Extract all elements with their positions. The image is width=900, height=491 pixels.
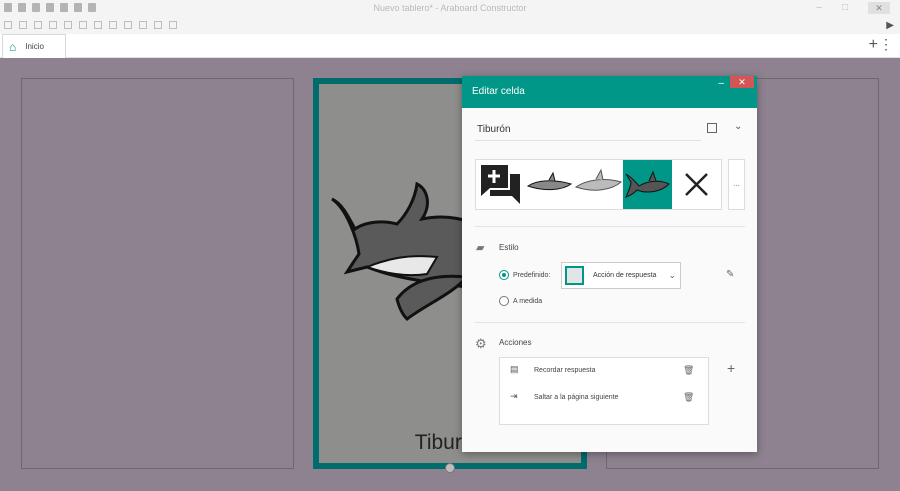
- more-images-button[interactable]: ...: [728, 159, 745, 210]
- dialog-close-button[interactable]: ✕: [730, 76, 754, 88]
- screen-icon[interactable]: [169, 21, 177, 29]
- shark-thumb-icon: [526, 171, 573, 191]
- tab-inicio[interactable]: ⌂ Inicio: [2, 34, 66, 58]
- action-item[interactable]: ▤ Recordar respuesta 🗑: [500, 361, 708, 381]
- trash-icon[interactable]: 🗑: [683, 392, 694, 403]
- add-action-button[interactable]: +: [727, 360, 735, 376]
- grid-icon[interactable]: [154, 21, 162, 29]
- style-swatch-icon: [565, 266, 584, 285]
- style-icon: ▰: [476, 242, 485, 254]
- radio-custom-label: A medida: [513, 298, 543, 305]
- chevron-down-icon: ⌄: [668, 270, 676, 280]
- actions-list: ▤ Recordar respuesta 🗑 ⇥ Saltar a la pág…: [499, 357, 709, 425]
- distribute-v-icon[interactable]: [139, 21, 147, 29]
- radio-custom[interactable]: [499, 296, 509, 306]
- distribute-h-icon[interactable]: [124, 21, 132, 29]
- tab-label: Inicio: [25, 42, 44, 51]
- shark-option-2[interactable]: [574, 160, 623, 209]
- window-close-button[interactable]: ✕: [868, 2, 890, 14]
- action-label: Saltar a la página siguiente: [534, 394, 619, 401]
- tab-bar: ⌂ Inicio + ⋮: [0, 34, 900, 58]
- cell-name-input[interactable]: Tiburón: [475, 119, 701, 141]
- cut-icon[interactable]: [34, 21, 42, 29]
- image-picker: [475, 159, 722, 210]
- no-image-option[interactable]: [672, 160, 721, 209]
- edit-style-icon[interactable]: ✎: [726, 269, 734, 280]
- dialog-title: Editar celda: [472, 86, 525, 97]
- window-maximize-button[interactable]: □: [842, 2, 848, 14]
- more-menu-icon[interactable]: ⋮: [879, 36, 893, 53]
- home-icon: ⌂: [9, 39, 17, 54]
- window-titlebar: Nuevo tablero* - Araboard Constructor – …: [0, 0, 900, 18]
- action-item[interactable]: ⇥ Saltar a la página siguiente 🗑: [500, 388, 708, 408]
- window-minimize-button[interactable]: –: [816, 2, 822, 14]
- chat-answer-icon: ▤: [510, 364, 519, 374]
- shark-option-selected[interactable]: [623, 160, 672, 209]
- paste-icon[interactable]: [49, 21, 57, 29]
- divider: [475, 226, 745, 227]
- open-external-icon[interactable]: [707, 123, 717, 133]
- style-section-label: Estilo: [499, 243, 519, 252]
- add-page-button[interactable]: +: [869, 36, 878, 54]
- resize-handle[interactable]: [445, 463, 455, 473]
- shark-thumb-icon: [625, 170, 670, 198]
- chevron-down-icon[interactable]: ⌄: [734, 121, 742, 132]
- trash-icon[interactable]: 🗑: [683, 365, 694, 376]
- add-chat-icon: [481, 165, 520, 204]
- dialog-minimize-button[interactable]: –: [718, 78, 724, 89]
- shark-thumb-icon: [574, 168, 623, 191]
- radio-predefined[interactable]: [499, 270, 509, 280]
- edit-toolbar: ▶: [0, 18, 900, 34]
- pencil-icon[interactable]: [4, 21, 12, 29]
- delete-icon[interactable]: [64, 21, 72, 29]
- login-arrow-icon: ⇥: [510, 391, 518, 401]
- board-cell-left[interactable]: [21, 78, 294, 469]
- align-left-icon[interactable]: [79, 21, 87, 29]
- action-label: Recordar respuesta: [534, 367, 596, 374]
- style-select-value: Acción de respuesta: [593, 272, 657, 279]
- divider: [475, 322, 745, 323]
- edit-cell-dialog: Editar celda – ✕ Tiburón ⌄ ... ▰ Estilo …: [462, 76, 757, 452]
- align-right-icon[interactable]: [109, 21, 117, 29]
- dialog-header: Editar celda – ✕: [462, 76, 757, 108]
- radio-predefined-label: Predefinido:: [513, 272, 551, 279]
- align-center-icon[interactable]: [94, 21, 102, 29]
- window-title: Nuevo tablero* - Araboard Constructor: [373, 3, 527, 13]
- copy-icon[interactable]: [19, 21, 27, 29]
- actions-section-label: Acciones: [499, 338, 532, 347]
- close-icon: [685, 173, 708, 196]
- style-select[interactable]: Acción de respuesta ⌄: [561, 262, 681, 289]
- add-pictogram-button[interactable]: [476, 160, 525, 209]
- shark-option-1[interactable]: [525, 160, 574, 209]
- play-icon[interactable]: ▶: [886, 20, 894, 31]
- gear-icon: ⚙: [475, 336, 487, 351]
